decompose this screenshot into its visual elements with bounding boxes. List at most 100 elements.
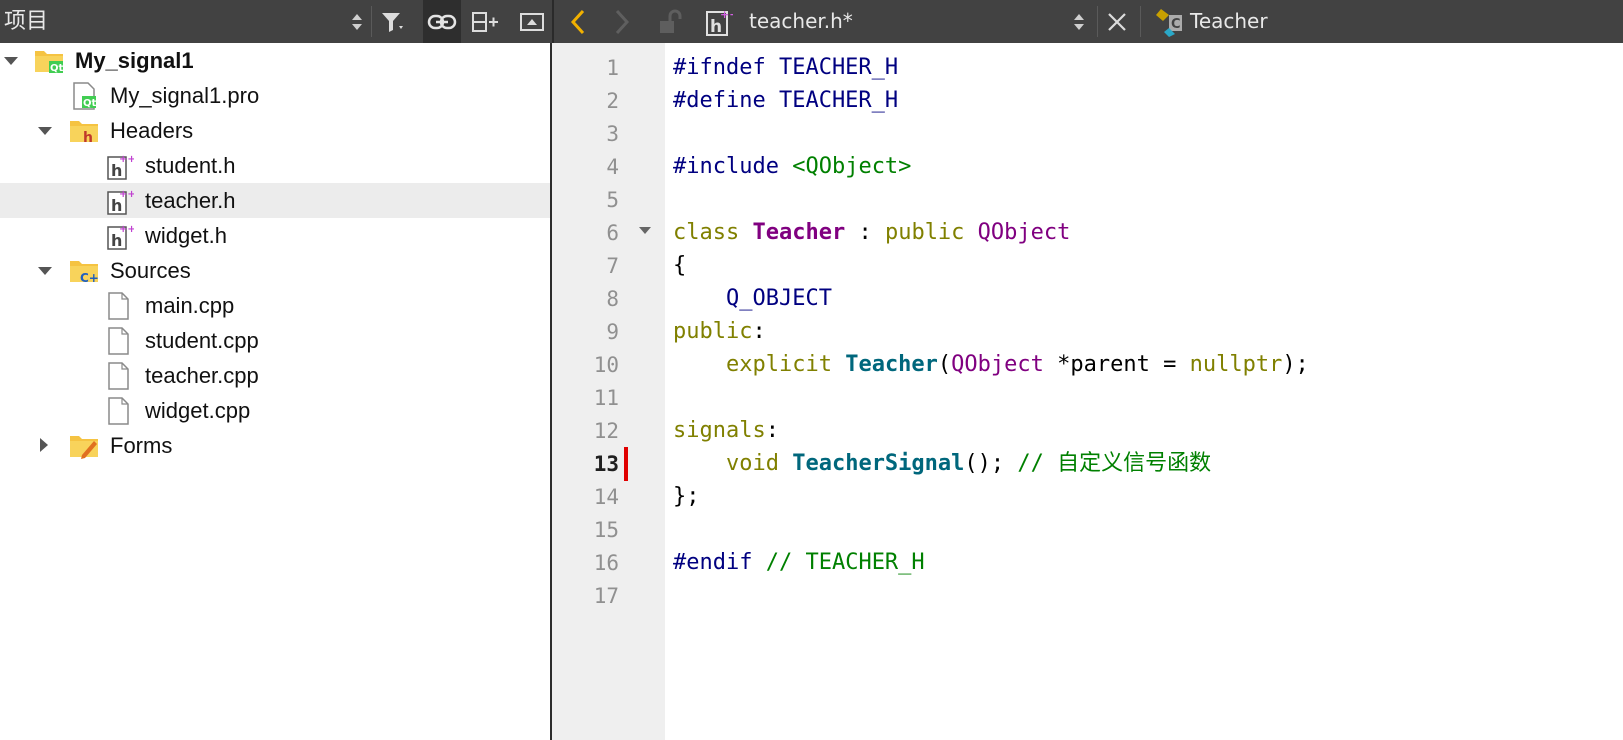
cpp-file-icon <box>108 292 129 320</box>
line-number: 15 <box>593 518 619 542</box>
expanded-arrow-icon[interactable] <box>37 125 53 137</box>
toolbar-separator <box>371 6 372 37</box>
tree-item-student-cpp[interactable]: student.cpp <box>0 323 552 358</box>
line-number: 2 <box>606 89 619 113</box>
header-file-icon: h++ <box>107 224 134 250</box>
tree-item-main-cpp[interactable]: main.cpp <box>0 288 552 323</box>
qt-pro-file-icon: Qt <box>73 82 97 110</box>
line-number: 14 <box>593 485 619 509</box>
sync-with-editor-icon[interactable] <box>423 0 461 43</box>
tree-item-sources[interactable]: C+ Sources <box>0 253 552 288</box>
line-number: 5 <box>606 188 619 212</box>
close-document-icon[interactable] <box>1101 0 1133 43</box>
svg-text:++: ++ <box>119 224 134 235</box>
line-number: 9 <box>606 320 619 344</box>
line-number: 16 <box>593 551 619 575</box>
tree-item-teacher-h[interactable]: h ++ teacher.h <box>0 183 552 218</box>
main-toolbar: 项目 h++ teacher.h* C Teacher <box>0 0 1623 44</box>
punctuation-token: : <box>752 319 766 344</box>
close-sidebar-icon[interactable] <box>514 0 550 43</box>
code-line: #define TEACHER_H <box>673 84 898 117</box>
current-line-number: 13 <box>593 452 619 476</box>
line-number: 7 <box>606 254 619 278</box>
type-token: QObject <box>977 220 1071 245</box>
cpp-file-icon <box>108 327 129 355</box>
tree-item-student-h[interactable]: h ++ student.h <box>0 148 552 183</box>
forward-arrow-icon[interactable] <box>609 0 635 43</box>
preprocessor-token: #define TEACHER_H <box>673 88 899 113</box>
line-number: 12 <box>593 419 619 443</box>
punctuation-token: : <box>845 220 885 245</box>
svg-text:++: ++ <box>119 189 134 200</box>
line-number: 3 <box>606 122 619 146</box>
comment-token: // 自定义信号函数 <box>1017 451 1212 476</box>
tree-item-teacher-cpp[interactable]: teacher.cpp <box>0 358 552 393</box>
class-symbol-icon: C <box>1152 0 1188 43</box>
comment-token: // TEACHER_H <box>752 550 925 575</box>
toolbar-separator <box>1097 6 1098 37</box>
keyword-token: explicit <box>725 352 846 377</box>
back-arrow-icon[interactable] <box>565 0 591 43</box>
code-line: Q_OBJECT <box>673 282 832 315</box>
open-document-selector[interactable]: teacher.h* <box>749 0 853 43</box>
header-file-icon: h++ <box>107 154 134 180</box>
line-number: 1 <box>606 56 619 80</box>
tree-item-label: widget.h <box>145 223 227 248</box>
project-view-dropdown-icon[interactable] <box>346 0 368 43</box>
document-dropdown-icon[interactable] <box>1068 0 1090 43</box>
split-view-icon[interactable] <box>467 0 503 43</box>
cpp-file-icon <box>108 397 129 425</box>
project-view-selector[interactable]: 项目 <box>4 0 48 43</box>
line-number: 8 <box>606 287 619 311</box>
tree-item-label: Headers <box>110 118 194 143</box>
tree-item-widget-h[interactable]: h ++ widget.h <box>0 218 552 253</box>
code-line-current: void TeacherSignal(); // 自定义信号函数 <box>673 447 1211 480</box>
class-name-token: Teacher <box>752 220 846 245</box>
punctuation-token: { <box>673 253 687 278</box>
keyword-token: public <box>884 220 978 245</box>
function-name-token: TeacherSignal <box>792 451 965 476</box>
tree-item-pro-file[interactable]: Qt My_signal1.pro <box>0 78 552 113</box>
tree-item-widget-cpp[interactable]: widget.cpp <box>0 393 552 428</box>
code-line: class Teacher : public QObject <box>673 216 1070 249</box>
svg-text:Qt: Qt <box>83 98 97 109</box>
forms-folder-icon <box>70 436 98 459</box>
line-number: 4 <box>606 155 619 179</box>
tree-item-label: widget.cpp <box>145 398 251 423</box>
expanded-arrow-icon[interactable] <box>37 265 53 277</box>
punctuation-token: ); <box>1282 352 1309 377</box>
include-path-token: <QObject> <box>792 154 912 179</box>
type-token: QObject <box>951 352 1044 377</box>
punctuation-token: (); <box>964 451 1018 476</box>
tree-item-label: main.cpp <box>145 293 235 318</box>
unlock-icon[interactable] <box>657 0 685 43</box>
headers-folder-icon: h <box>70 121 98 146</box>
expanded-arrow-icon[interactable] <box>3 55 19 67</box>
tree-item-headers[interactable]: h Headers <box>0 113 552 148</box>
tree-item-label: Sources <box>110 258 191 283</box>
code-editor[interactable]: 1 2 3 4 5 6 7 8 9 10 11 12 13 14 15 16 1… <box>552 43 1623 740</box>
tree-item-project[interactable]: Qt My_signal1 <box>0 43 552 78</box>
svg-text:h: h <box>83 130 93 146</box>
code-line: { <box>673 249 686 282</box>
tree-item-label: teacher.cpp <box>145 363 259 388</box>
filter-tree-icon[interactable] <box>376 0 410 43</box>
line-number: 10 <box>593 353 619 377</box>
tree-item-label: My_signal1 <box>75 48 194 73</box>
collapsed-arrow-icon[interactable] <box>38 437 50 453</box>
keyword-token: class <box>673 220 753 245</box>
tree-item-forms[interactable]: Forms <box>0 428 552 463</box>
punctuation-token: }; <box>673 484 700 509</box>
current-symbol-selector[interactable]: Teacher <box>1190 0 1268 43</box>
sources-folder-icon: C+ <box>70 261 99 285</box>
fold-arrow-icon[interactable] <box>638 226 652 236</box>
punctuation-token: : <box>765 418 779 443</box>
modified-line-marker <box>624 447 628 481</box>
toolbar-separator <box>1140 6 1141 37</box>
tree-item-label: student.h <box>145 153 236 178</box>
svg-text:++: ++ <box>720 8 733 21</box>
line-number: 17 <box>593 584 619 608</box>
